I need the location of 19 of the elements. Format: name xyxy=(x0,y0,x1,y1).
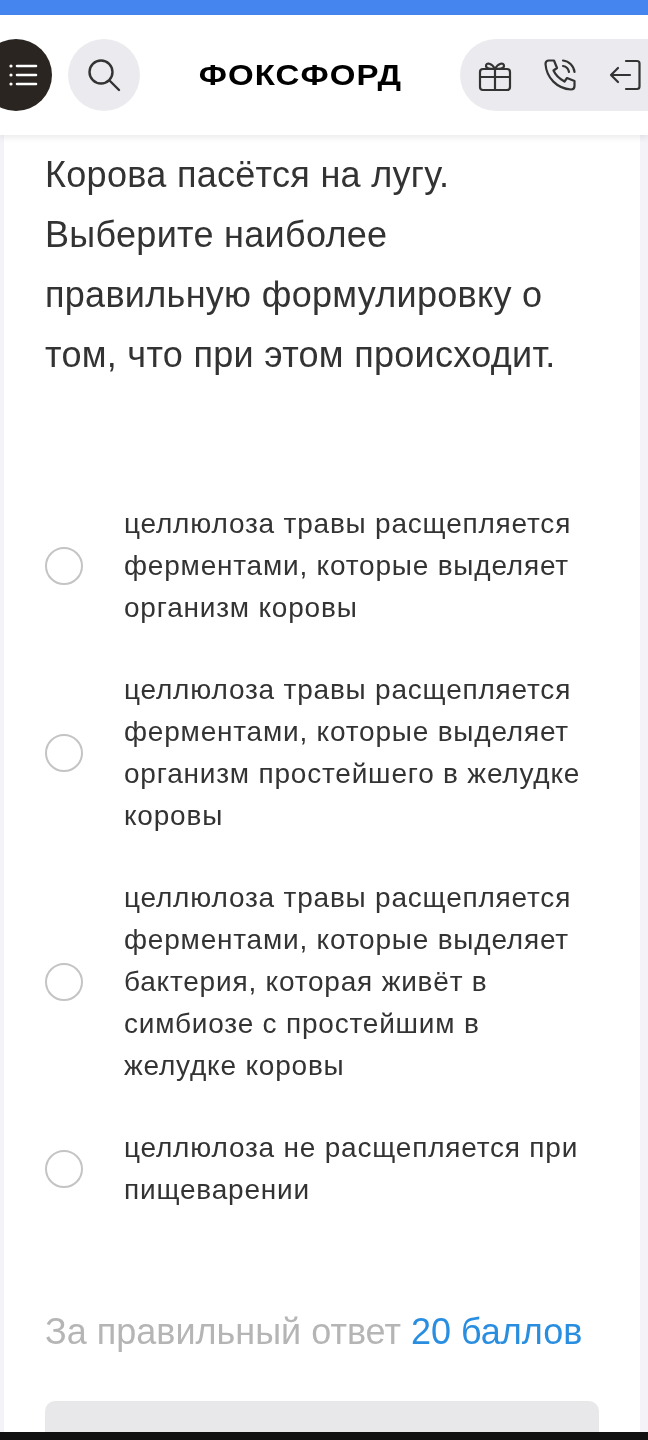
reward-label: За правильный ответ xyxy=(45,1311,401,1352)
radio-button[interactable] xyxy=(45,1150,83,1188)
points-text: 20 баллов xyxy=(410,1311,583,1352)
option-text[interactable]: целлюлоза травы расщепляется ферментами, которые выделяет бактерия, которая живёт в симбиозе с простейшим в желудке коровы xyxy=(124,877,599,1087)
question-text: Корова пасётся на лугу. Выберите наиболее правильную формулировку о том, что при этом происходит. xyxy=(45,153,557,377)
option-text[interactable]: целлюлоза не расщепляется при пищеварении xyxy=(124,1127,599,1211)
option-text[interactable]: целлюлоза травы расщепляется ферментами, которые выделяет организм простейшего в желудке коровы xyxy=(124,669,599,837)
phone-icon xyxy=(543,58,577,92)
search-icon xyxy=(87,58,121,92)
call-button[interactable] xyxy=(543,58,577,92)
logout-icon xyxy=(609,59,641,91)
logout-button[interactable] xyxy=(608,58,642,92)
option-text[interactable]: целлюлоза травы расщепляется ферментами, которые выделяет организм коровы xyxy=(124,503,599,629)
radio-button[interactable] xyxy=(45,547,83,585)
logo[interactable]: ФОКСФОРД xyxy=(198,60,402,90)
menu-button[interactable] xyxy=(0,39,52,111)
radio-button[interactable] xyxy=(45,963,83,1001)
radio-button[interactable] xyxy=(45,734,83,772)
menu-icon xyxy=(8,63,38,87)
